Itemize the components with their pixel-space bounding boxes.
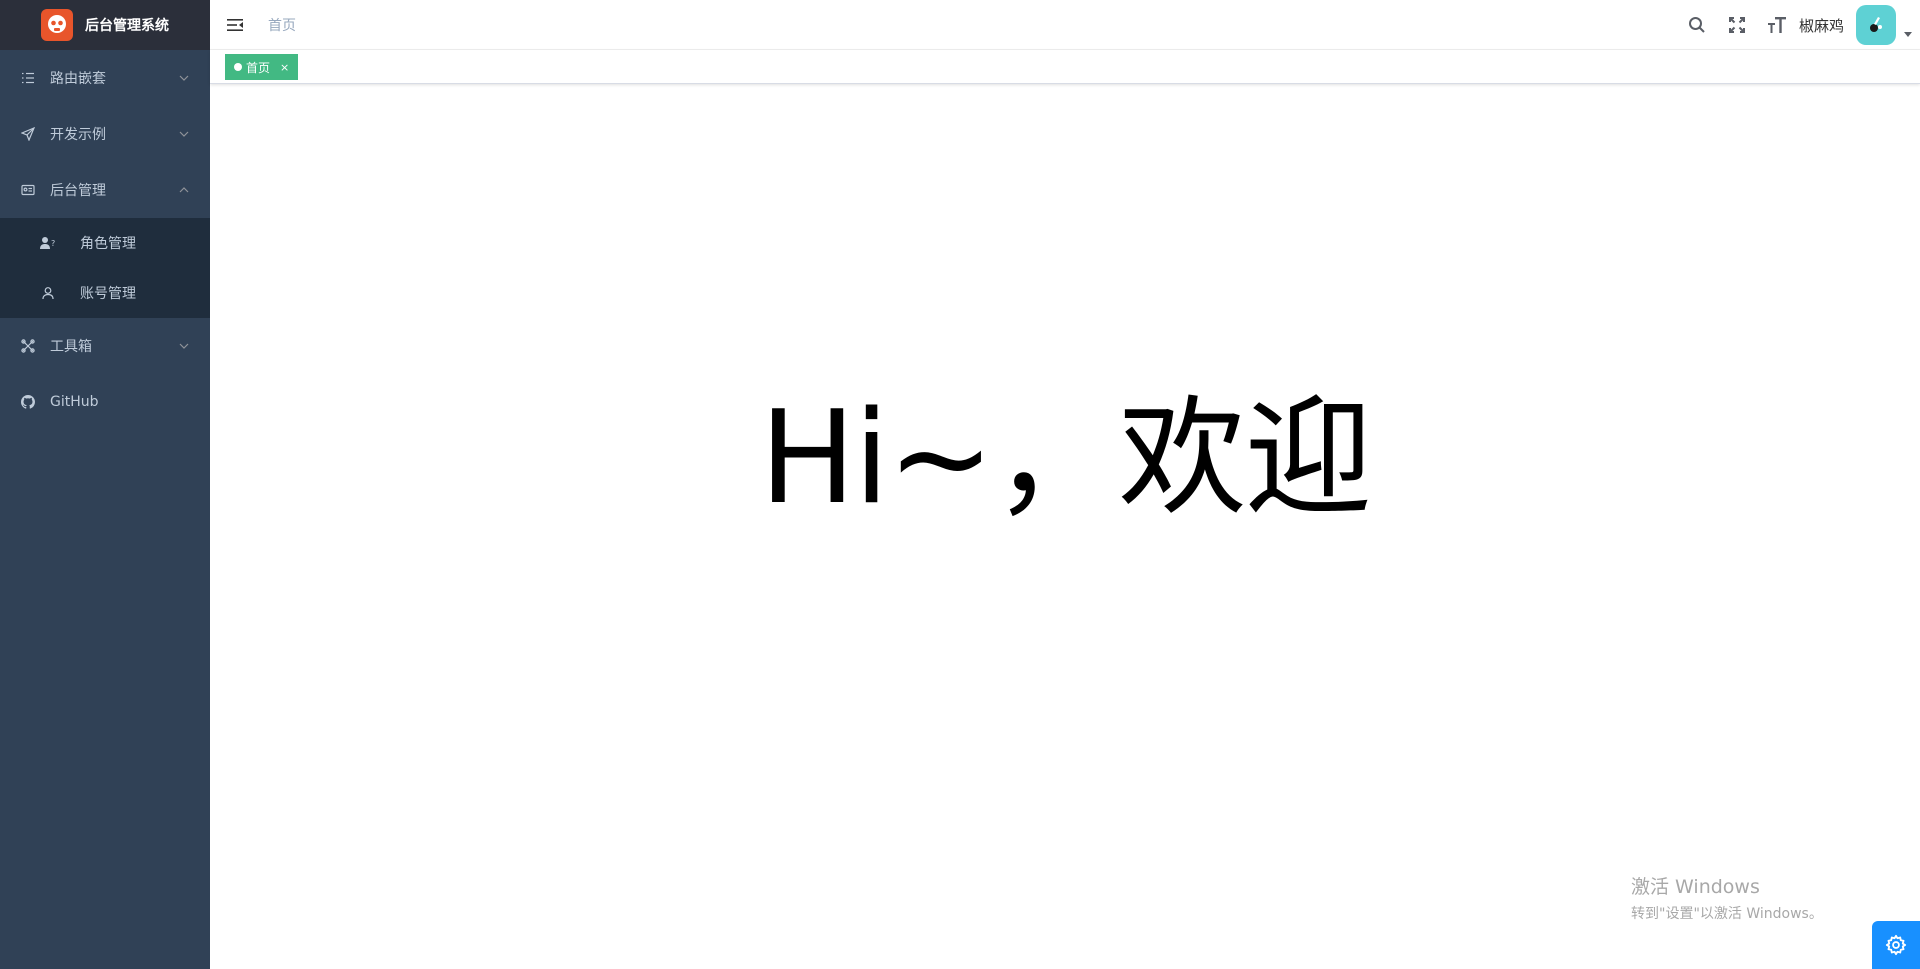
search-icon <box>1688 17 1705 33</box>
sidebar-item-label: 开发示例 <box>50 127 106 143</box>
welcome-text: Hi~，欢迎 <box>759 384 1372 533</box>
logo-icon <box>41 9 73 41</box>
sidebar-item-dev-examples[interactable]: 开发示例 <box>0 106 210 162</box>
sidebar-item-backend-management[interactable]: 后台管理 <box>0 162 210 218</box>
sidebar-item-route-nesting[interactable]: 路由嵌套 <box>0 50 210 106</box>
font-size-button[interactable] <box>1757 0 1797 50</box>
sidebar: 后台管理系统 路由嵌套 开发示例 后台管理 ? 角色管理 账号管理 工具箱 Gi… <box>0 0 210 969</box>
submenu-backend-management: ? 角色管理 账号管理 <box>0 218 210 318</box>
sidebar-item-label: 账号管理 <box>80 286 136 302</box>
fullscreen-button[interactable] <box>1717 0 1757 50</box>
windows-activation-watermark: 激活 Windows 转到"设置"以激活 Windows。 <box>1631 872 1823 923</box>
menu-fold-icon <box>227 18 243 31</box>
right-menu: 椒麻鸡 <box>1677 0 1920 50</box>
navbar: 首页 椒麻鸡 <box>210 0 1920 50</box>
chevron-down-icon <box>179 131 189 137</box>
chevron-down-icon <box>179 75 189 81</box>
avatar[interactable] <box>1856 5 1896 45</box>
search-button[interactable] <box>1677 0 1717 50</box>
chevron-up-icon <box>179 187 189 193</box>
sidebar-item-github[interactable]: GitHub <box>0 374 210 430</box>
sidebar-item-label: 角色管理 <box>80 236 136 252</box>
svg-text:?: ? <box>51 239 55 248</box>
chevron-down-icon <box>179 343 189 349</box>
active-dot <box>234 63 242 71</box>
tag-label: 首页 <box>246 60 271 75</box>
id-card-icon <box>20 182 36 198</box>
font-size-icon <box>1767 17 1786 33</box>
close-icon[interactable]: × <box>280 61 289 74</box>
user-role-icon: ? <box>40 235 56 251</box>
sidebar-item-label: 路由嵌套 <box>50 71 106 87</box>
hamburger-button[interactable] <box>210 0 260 50</box>
caret-down-icon <box>1904 32 1912 37</box>
watermark-subtitle: 转到"设置"以激活 Windows。 <box>1631 906 1823 922</box>
main-content: Hi~，欢迎 <box>210 84 1920 969</box>
watermark-title: 激活 Windows <box>1631 876 1760 898</box>
sidebar-item-label: GitHub <box>50 394 99 410</box>
logo-bar[interactable]: 后台管理系统 <box>0 0 210 50</box>
user-dropdown-caret[interactable] <box>1896 0 1920 50</box>
sidebar-item-role-management[interactable]: ? 角色管理 <box>0 218 210 268</box>
sidebar-item-label: 工具箱 <box>50 339 92 355</box>
sidebar-item-label: 后台管理 <box>50 183 106 199</box>
user-icon <box>40 285 56 301</box>
sidebar-item-toolbox[interactable]: 工具箱 <box>0 318 210 374</box>
settings-button[interactable] <box>1872 921 1920 969</box>
tools-icon <box>20 338 36 354</box>
list-icon <box>20 70 36 86</box>
username[interactable]: 椒麻鸡 <box>1799 15 1844 36</box>
tags-view: 首页 × <box>210 50 1920 84</box>
avatar-image-icon <box>1870 17 1882 32</box>
breadcrumb[interactable]: 首页 <box>268 15 296 35</box>
sidebar-item-account-management[interactable]: 账号管理 <box>0 268 210 318</box>
paper-plane-icon <box>20 126 36 142</box>
app-title: 后台管理系统 <box>85 18 169 34</box>
tag-home[interactable]: 首页 × <box>225 54 299 80</box>
gear-icon <box>1885 934 1907 956</box>
github-icon <box>20 394 36 410</box>
fullscreen-icon <box>1728 17 1745 33</box>
